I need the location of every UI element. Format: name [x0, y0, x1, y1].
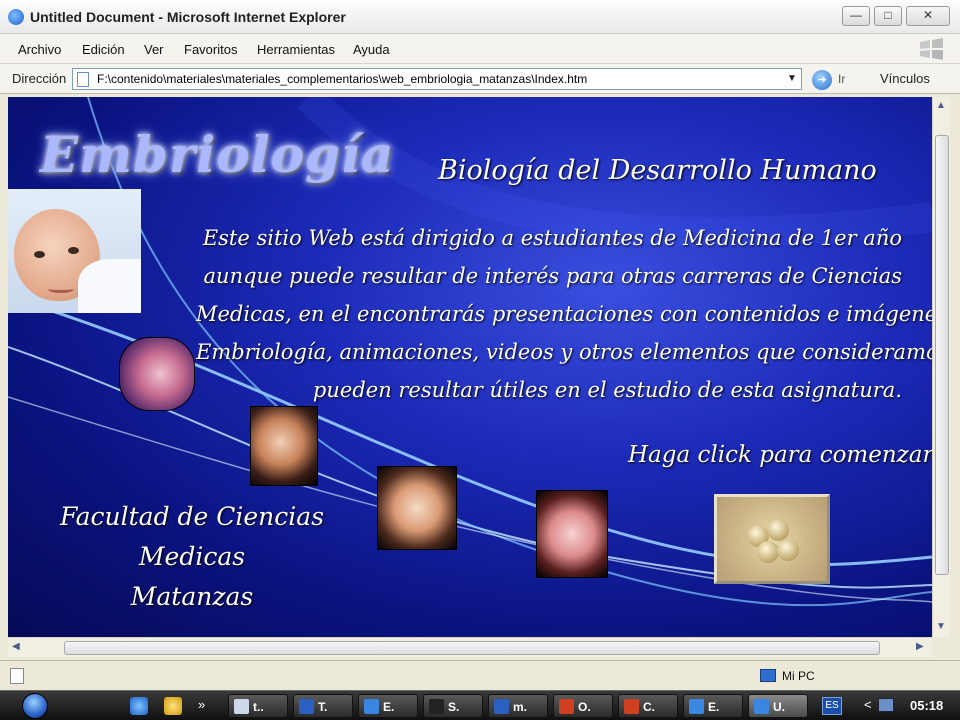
scroll-down-icon[interactable]: ▼ [936, 621, 946, 632]
embryo-photo-4[interactable] [536, 490, 608, 578]
faculty-line: Matanzas [130, 582, 254, 611]
task-app-icon [624, 699, 639, 714]
scroll-left-icon[interactable]: ◀ [12, 641, 20, 652]
vertical-scrollbar[interactable]: ▲ ▼ [932, 97, 950, 637]
horizontal-scrollbar[interactable]: ◀ ▶ [8, 637, 932, 657]
taskbar-task[interactable]: E. [358, 694, 418, 718]
task-label: U. [773, 700, 785, 714]
browser-window: Untitled Document - Microsoft Internet E… [0, 0, 960, 690]
cell [777, 539, 799, 561]
windows-logo-icon [920, 38, 943, 60]
description-line: Medicas, en el encontrarás presentacione… [196, 302, 932, 326]
address-input[interactable]: F:\contenido\materiales\materiales_compl… [72, 68, 802, 90]
network-icon[interactable] [878, 698, 894, 712]
taskbar-task[interactable]: t.. [228, 694, 288, 718]
close-button[interactable]: ✕ [906, 6, 950, 26]
taskbar: » t.. T. E. S. m. O. C. E. U. ES < 05:18 [0, 690, 960, 720]
go-button[interactable]: Ir [838, 72, 845, 86]
task-label: O. [578, 700, 591, 714]
baby-mouth [48, 285, 74, 293]
task-app-icon [689, 699, 704, 714]
quicklaunch-more[interactable]: » [198, 697, 205, 712]
faculty-line: Facultad de Ciencias Medicas [59, 502, 325, 571]
cell-cluster-photo[interactable] [714, 494, 830, 584]
menu-ayuda[interactable]: Ayuda [353, 42, 390, 57]
address-label: Dirección [12, 71, 67, 86]
task-app-icon [559, 699, 574, 714]
ie-quicklaunch-icon[interactable] [130, 697, 148, 715]
menu-bar: Archivo Edición Ver Favoritos Herramient… [0, 34, 960, 64]
task-label: m. [513, 700, 528, 714]
status-bar: Mi PC [0, 660, 960, 690]
baby-eye [34, 251, 45, 258]
baby-eye [68, 247, 79, 254]
address-dropdown-icon[interactable]: ▼ [783, 69, 801, 89]
menu-favoritos[interactable]: Favoritos [184, 42, 237, 57]
embryo-photo-1[interactable] [119, 337, 195, 411]
site-logo[interactable]: Embriología [40, 125, 394, 184]
taskbar-task[interactable]: m. [488, 694, 548, 718]
address-url[interactable]: F:\contenido\materiales\materiales_compl… [97, 72, 587, 86]
taskbar-task[interactable]: U. [748, 694, 808, 718]
baby-blanket [78, 259, 141, 313]
page-status-icon [10, 668, 24, 684]
title-bar[interactable]: Untitled Document - Microsoft Internet E… [0, 0, 960, 34]
my-computer-icon [760, 669, 776, 682]
baby-photo [8, 189, 141, 313]
ie-app-icon[interactable] [8, 9, 24, 25]
cell [757, 541, 779, 563]
taskbar-task[interactable]: T. [293, 694, 353, 718]
start-link[interactable]: Haga click para comenzar [628, 442, 932, 468]
scroll-up-icon[interactable]: ▲ [936, 100, 946, 111]
task-label: E. [383, 700, 395, 714]
cell [767, 519, 789, 541]
task-label: E. [708, 700, 720, 714]
window-title: Untitled Document - Microsoft Internet E… [30, 9, 346, 25]
vertical-scroll-thumb[interactable] [935, 135, 949, 575]
task-label: T. [318, 700, 328, 714]
document-icon [77, 72, 89, 87]
task-app-icon [299, 699, 314, 714]
taskbar-task[interactable]: C. [618, 694, 678, 718]
embryo-photo-3[interactable] [377, 466, 457, 550]
description-line: Este sitio Web está dirigido a estudiant… [202, 226, 902, 250]
taskbar-task[interactable]: O. [553, 694, 613, 718]
description-line: pueden resultar útiles en el estudio de … [312, 378, 902, 402]
language-indicator[interactable]: ES [822, 697, 842, 715]
description-line: aunque puede resultar de interés para ot… [203, 264, 902, 288]
task-app-icon [754, 699, 769, 714]
go-arrow-icon[interactable]: ➜ [812, 70, 832, 90]
tray-expand-icon[interactable]: < [864, 697, 872, 712]
task-app-icon [364, 699, 379, 714]
menu-ver[interactable]: Ver [144, 42, 164, 57]
site-description: Este sitio Web está dirigido a estudiant… [196, 219, 932, 409]
links-button[interactable]: Vínculos [880, 71, 930, 86]
task-label: t.. [253, 700, 264, 714]
web-page-content[interactable]: Embriología Biología del Desarrollo Huma… [8, 97, 932, 637]
taskbar-task[interactable]: S. [423, 694, 483, 718]
menu-herramientas[interactable]: Herramientas [257, 42, 335, 57]
task-app-icon [234, 699, 249, 714]
description-line: Embriología, animaciones, videos y otros… [196, 340, 932, 364]
task-label: S. [448, 700, 460, 714]
minimize-button[interactable]: — [842, 6, 870, 26]
faculty-name: Facultad de Ciencias Medicas Matanzas [12, 497, 372, 617]
task-app-icon [494, 699, 509, 714]
security-zone[interactable]: Mi PC [782, 669, 815, 683]
address-bar: Dirección F:\contenido\materiales\materi… [0, 64, 960, 94]
menu-edicion[interactable]: Edición [82, 42, 125, 57]
maximize-button[interactable]: □ [874, 6, 902, 26]
site-subtitle: Biología del Desarrollo Humano [438, 155, 877, 186]
menu-archivo[interactable]: Archivo [18, 42, 61, 57]
taskbar-task[interactable]: E. [683, 694, 743, 718]
horizontal-scroll-thumb[interactable] [64, 641, 880, 655]
clock[interactable]: 05:18 [910, 698, 943, 713]
task-app-icon [429, 699, 444, 714]
clock-quicklaunch-icon[interactable] [164, 697, 182, 715]
task-label: C. [643, 700, 655, 714]
scroll-right-icon[interactable]: ▶ [916, 641, 924, 652]
start-button[interactable] [22, 693, 48, 719]
embryo-photo-2[interactable] [250, 406, 318, 486]
